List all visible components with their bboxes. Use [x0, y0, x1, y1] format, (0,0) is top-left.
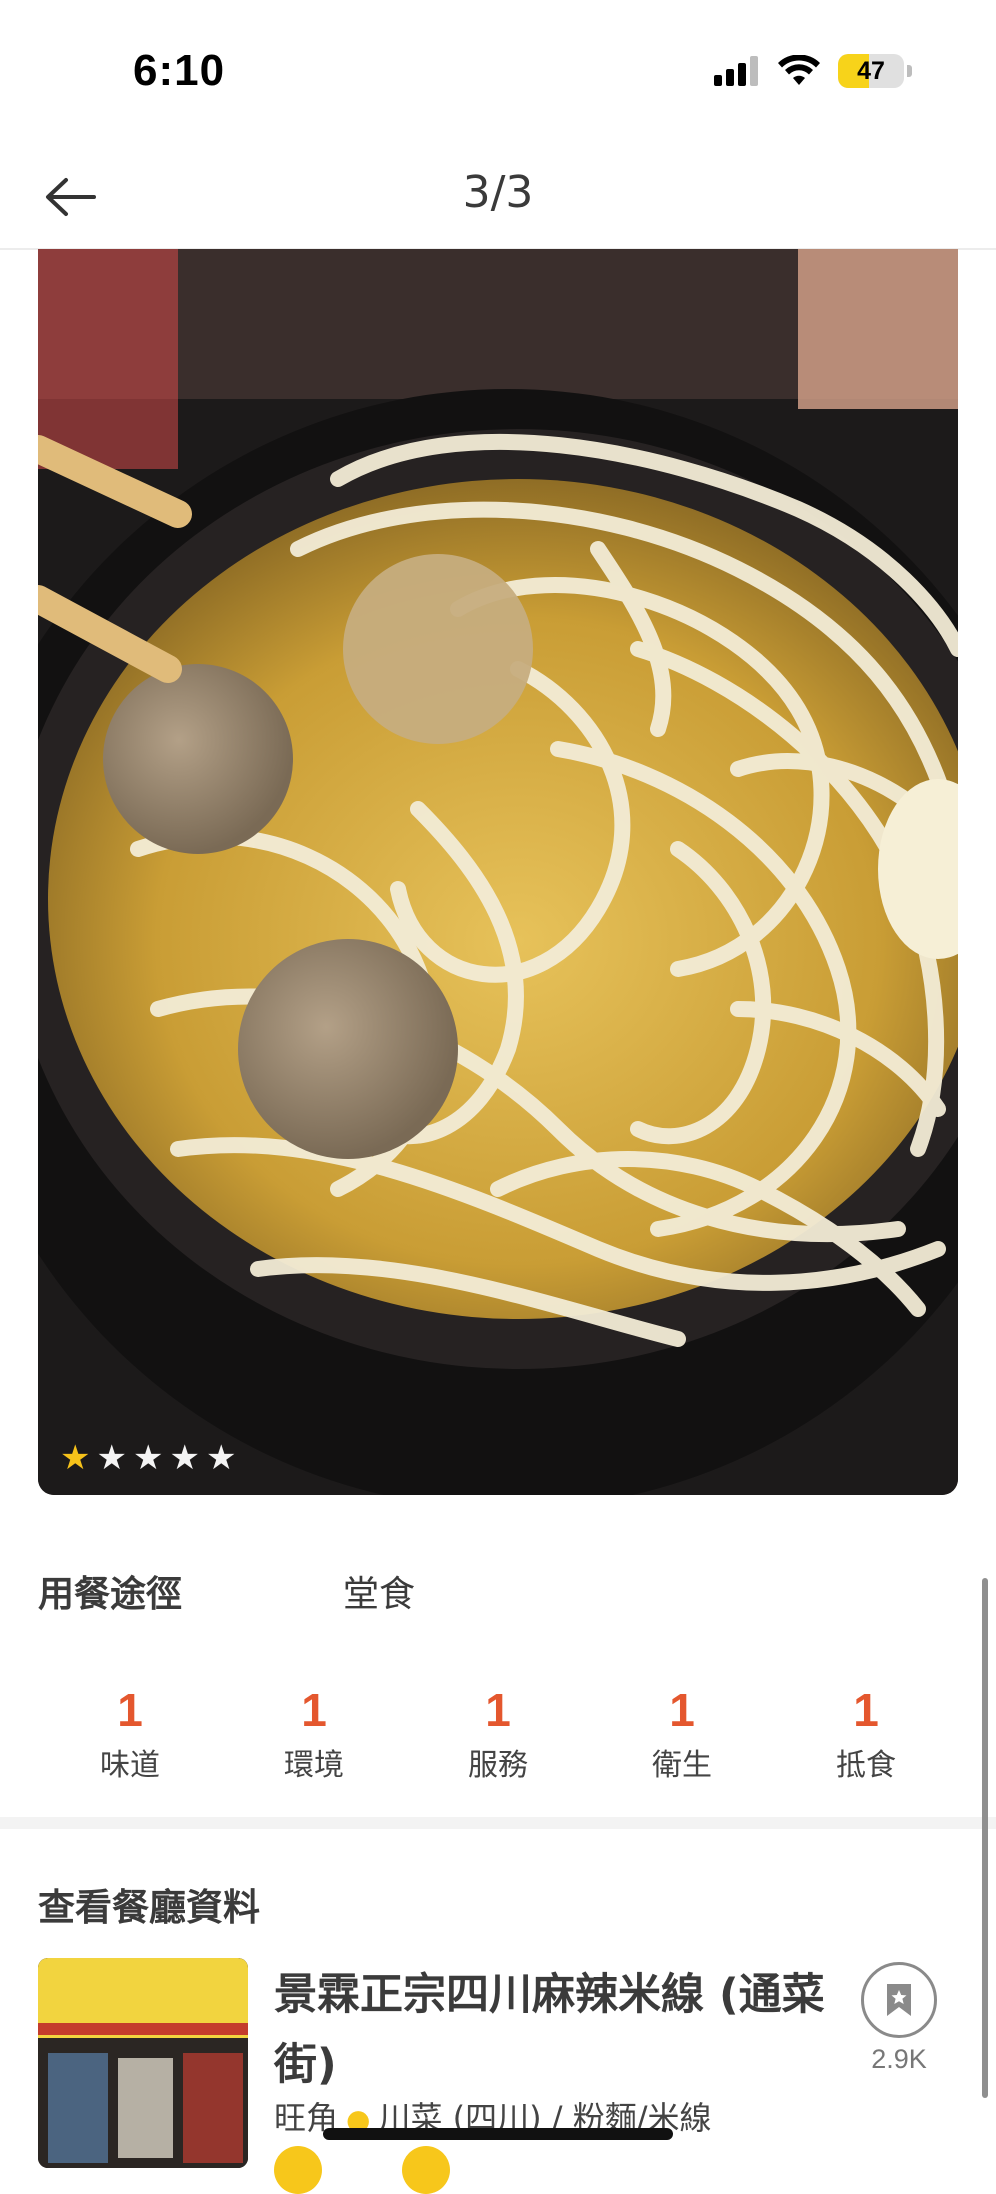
nav-bar: 3/3: [0, 145, 996, 250]
rating-breakdown: 1 味道 1 環境 1 服務 1 衛生 1 抵食: [38, 1682, 958, 1784]
rating-score: 1: [853, 1684, 879, 1736]
battery-nub: [907, 65, 912, 77]
rating-value: 1 抵食: [774, 1682, 958, 1784]
scrollbar[interactable]: [982, 1578, 988, 2098]
rating-label: 味道: [100, 1748, 160, 1783]
noodle-bowl-image: [38, 249, 958, 1495]
rating-score: 1: [485, 1684, 511, 1736]
dining-method-row: 用餐途徑 堂食: [38, 1565, 938, 1615]
wifi-icon: [778, 55, 820, 87]
restaurant-section-title: 查看餐廳資料: [38, 1886, 260, 1929]
partial-icons-row: [274, 2146, 450, 2194]
section-divider: [0, 1817, 996, 1829]
star-empty-icon: ★: [96, 1438, 127, 1478]
bookmark-button[interactable]: 2.9K: [860, 1962, 938, 2075]
restaurant-storefront-image: [38, 1958, 248, 2168]
partial-badge-icon: [274, 2146, 322, 2194]
cellular-signal-icon: [714, 56, 760, 86]
status-icons: 47: [714, 54, 912, 88]
photo-star-rating: ★ ★ ★ ★ ★: [60, 1441, 236, 1475]
partial-badge-icon: [402, 2146, 450, 2194]
status-time: 6:10: [133, 46, 226, 95]
rating-label: 環境: [284, 1748, 344, 1783]
restaurant-name[interactable]: 景霖正宗四川麻辣米線 (通菜街): [274, 1960, 834, 2100]
rating-service: 1 服務: [406, 1682, 590, 1784]
rating-environment: 1 環境: [222, 1682, 406, 1784]
dining-method-value: 堂食: [343, 1574, 416, 1615]
battery-level-text: 47: [857, 56, 885, 85]
rating-score: 1: [117, 1684, 143, 1736]
rating-hygiene: 1 衛生: [590, 1682, 774, 1784]
rating-score: 1: [669, 1684, 695, 1736]
home-indicator[interactable]: [323, 2128, 673, 2140]
star-empty-icon: ★: [132, 1438, 164, 1478]
bookmark-count: 2.9K: [871, 2044, 927, 2074]
restaurant-thumbnail[interactable]: [38, 1958, 248, 2168]
review-photo[interactable]: ★ ★ ★ ★ ★: [38, 249, 958, 1495]
star-empty-icon: ★: [205, 1438, 237, 1478]
battery-icon: 47: [838, 54, 904, 88]
bookmark-icon: [861, 1962, 937, 2038]
star-filled-icon: ★: [60, 1438, 91, 1478]
dining-method-label: 用餐途徑: [38, 1574, 183, 1615]
rating-taste: 1 味道: [38, 1682, 222, 1784]
rating-score: 1: [301, 1684, 327, 1736]
rating-label: 衛生: [652, 1748, 712, 1783]
rating-label: 抵食: [836, 1748, 896, 1783]
photo-counter: 3/3: [462, 167, 534, 218]
status-bar: 6:10 47: [0, 0, 996, 145]
rating-label: 服務: [468, 1748, 528, 1783]
star-empty-icon: ★: [169, 1438, 200, 1478]
